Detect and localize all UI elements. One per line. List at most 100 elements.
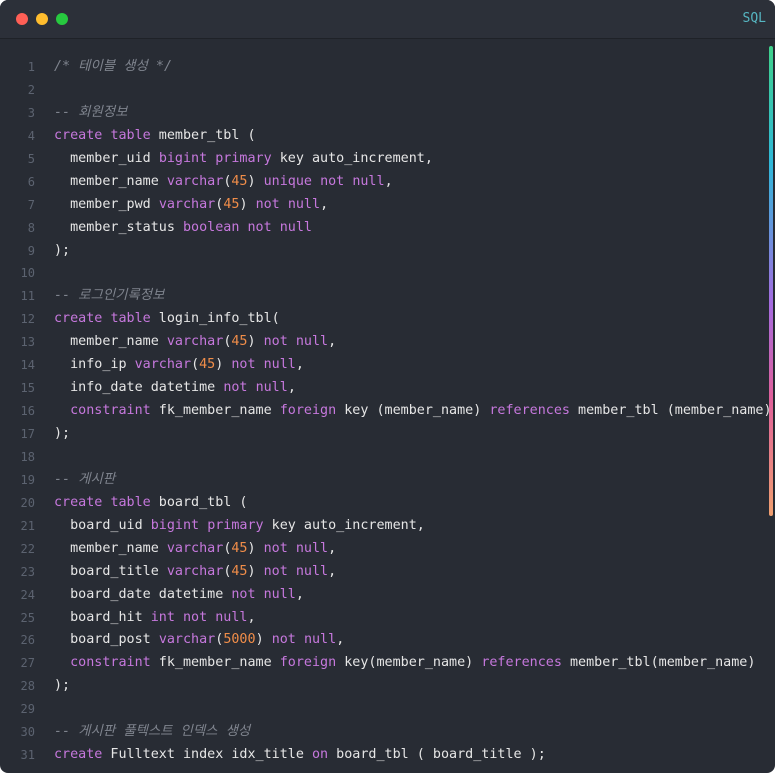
code-keyword: null xyxy=(263,586,296,602)
line-source: create table board_tbl ( xyxy=(54,492,248,515)
code-keyword: bigint xyxy=(150,517,200,533)
code-line: 21 board_uid bigint primary key auto_inc… xyxy=(0,515,760,538)
code-text: member_tbl (member_name) xyxy=(570,403,772,419)
code-text: , xyxy=(328,563,337,579)
code-keyword: not xyxy=(263,540,288,556)
code-line: 16 constraint fk_member_name foreign key… xyxy=(0,400,772,423)
code-comment: /* 테이블 생성 */ xyxy=(54,59,173,74)
code-line: 5 member_uid bigint primary key auto_inc… xyxy=(0,148,760,171)
code-keyword: bigint xyxy=(158,150,208,166)
code-text: member_uid xyxy=(54,150,159,166)
code-keyword: not xyxy=(183,609,208,625)
code-line: 15 info_date datetime not null, xyxy=(0,377,760,400)
line-source: -- 로그인기록정보 xyxy=(54,285,164,308)
code-block[interactable]: 1/* 테이블 생성 */2 3 -- 회원정보 4 create table memb… xyxy=(0,56,772,767)
line-source: member_name varchar(45) not null, xyxy=(54,331,336,354)
code-keyword: table xyxy=(110,311,151,327)
line-source: -- 회원정보 xyxy=(54,102,127,125)
line-number: 1 xyxy=(27,60,35,74)
code-line: 12 create table login_info_tbl( xyxy=(0,308,760,331)
code-text: key auto_increment, xyxy=(263,517,425,533)
code-text: , xyxy=(320,196,329,212)
code-keyword: foreign xyxy=(279,655,337,671)
line-source: ); xyxy=(54,675,70,698)
code-line: 25 board_hit int not null, xyxy=(0,607,760,630)
line-number: 14 xyxy=(20,358,35,373)
code-keyword: null xyxy=(295,334,329,350)
line-number: 18 xyxy=(20,449,35,464)
code-number: 45 xyxy=(231,173,248,189)
code-text: member_tbl ( xyxy=(150,127,256,143)
code-text: , xyxy=(295,586,304,602)
code-text: , xyxy=(295,357,304,373)
line-source: member_name varchar(45) not null, xyxy=(54,538,336,561)
code-keyword: varchar xyxy=(158,632,216,648)
code-text: board_tbl ( board_title ); xyxy=(328,747,546,763)
code-keyword: varchar xyxy=(158,196,216,212)
code-line: 6 member_name varchar(45) unique not nul… xyxy=(0,171,760,194)
code-keyword: create xyxy=(54,127,103,143)
code-keyword: null xyxy=(287,196,321,212)
code-line: 13 member_name varchar(45) not null, xyxy=(0,331,760,354)
code-keyword: null xyxy=(303,632,337,648)
line-number: 20 xyxy=(20,495,35,510)
code-text: , xyxy=(247,609,256,625)
code-line: 14 info_ip varchar(45) not null, xyxy=(0,354,760,377)
code-line: 29 xyxy=(0,698,760,721)
code-keyword: table xyxy=(110,127,151,143)
code-text: board_date datetime xyxy=(54,586,232,602)
code-comment: -- 게시판 xyxy=(54,471,116,487)
code-text: , xyxy=(287,380,296,396)
minimize-window-icon[interactable] xyxy=(36,13,48,25)
code-text: member_name xyxy=(54,173,167,189)
code-number: 45 xyxy=(231,540,248,556)
code-comment: -- 게시판 풀텍스트 인덱스 생성 xyxy=(54,724,251,740)
line-number: 2 xyxy=(27,82,35,97)
code-text: ) xyxy=(247,563,264,579)
line-number: 26 xyxy=(20,633,35,648)
code-text: , xyxy=(384,173,393,189)
code-keyword: references xyxy=(489,403,570,419)
code-keyword: constraint xyxy=(70,655,151,671)
line-source: create Fulltext index idx_title on board… xyxy=(54,744,546,767)
code-line: 10 xyxy=(0,262,760,285)
line-number: 28 xyxy=(20,679,35,694)
code-line: 7 member_pwd varchar(45) not null, xyxy=(0,194,760,217)
line-number: 23 xyxy=(20,564,35,579)
line-source: board_title varchar(45) not null, xyxy=(54,561,336,584)
language-badge: SQL xyxy=(742,11,766,26)
code-line: 20 create table board_tbl ( xyxy=(0,492,760,515)
code-keyword: unique xyxy=(263,173,312,189)
code-keyword: boolean xyxy=(183,219,240,235)
code-keyword: varchar xyxy=(166,540,224,556)
code-keyword: varchar xyxy=(166,334,224,350)
code-keyword: null xyxy=(295,540,329,556)
close-window-icon[interactable] xyxy=(16,13,28,25)
line-source: -- 게시판 풀텍스트 인덱스 생성 xyxy=(54,721,250,744)
code-keyword: not xyxy=(247,219,272,235)
code-text: , xyxy=(336,632,345,648)
code-window: SQL 1/* 테이블 생성 */2 3 -- 회원정보 4 create table … xyxy=(0,0,775,773)
line-source: board_hit int not null, xyxy=(54,607,256,630)
line-source: ); xyxy=(54,240,70,263)
code-line: 26 board_post varchar(5000) not null, xyxy=(0,629,760,652)
code-text: board_title xyxy=(54,563,167,579)
line-number: 11 xyxy=(20,289,35,304)
vertical-scrollbar[interactable] xyxy=(769,46,773,516)
code-text: board_uid xyxy=(54,517,151,533)
code-line: 30 -- 게시판 풀텍스트 인덱스 생성 xyxy=(0,721,760,744)
code-text: member_status xyxy=(54,219,183,235)
line-number: 7 xyxy=(27,197,35,212)
line-source: -- 게시판 xyxy=(54,469,115,492)
code-text: login_info_tbl( xyxy=(150,311,280,327)
code-text: fk_member_name xyxy=(150,655,280,671)
line-source: board_date datetime not null, xyxy=(54,584,304,607)
code-keyword: primary xyxy=(215,150,272,166)
line-number: 3 xyxy=(27,105,35,120)
maximize-window-icon[interactable] xyxy=(56,13,68,25)
